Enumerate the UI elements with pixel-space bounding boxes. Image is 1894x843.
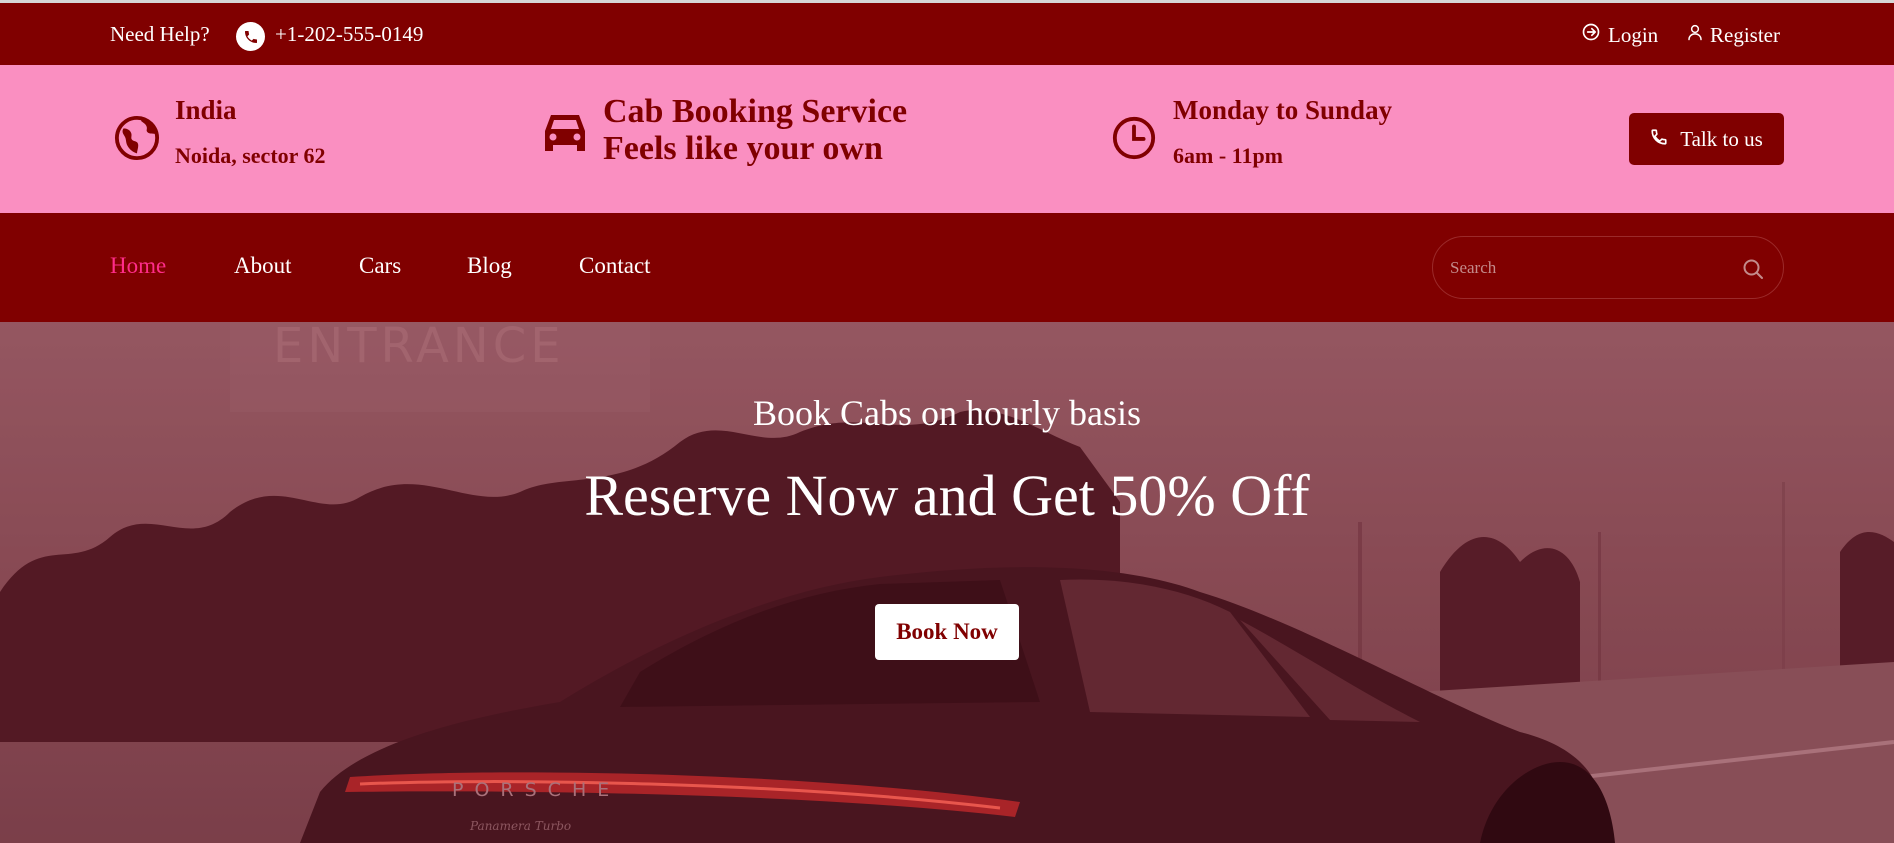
globe-icon — [114, 115, 160, 161]
nav-item-cars[interactable]: Cars — [359, 253, 401, 279]
nav-item-contact[interactable]: Contact — [579, 253, 651, 279]
brand-line-1: Cab Booking Service — [603, 93, 908, 130]
nav-item-blog[interactable]: Blog — [467, 253, 512, 279]
need-help-text: Need Help? — [110, 22, 210, 46]
hero-eyebrow: Book Cabs on hourly basis — [752, 393, 1141, 433]
brand-tagline: Cab Booking Service Feels like your own — [603, 93, 907, 167]
login-icon — [1581, 22, 1601, 48]
location-title: India — [175, 95, 237, 125]
hero-banner: ENTRANCE PORSCHE Panamera Turbo Book Cab… — [0, 322, 1894, 843]
location-subtitle: Noida, sector 62 — [175, 143, 326, 168]
login-link[interactable]: Login — [1581, 22, 1658, 48]
register-link[interactable]: Register — [1686, 22, 1780, 48]
search-input[interactable] — [1450, 237, 1730, 298]
talk-to-us-button[interactable]: Talk to us — [1629, 113, 1784, 165]
main-nav: Home About Cars Blog Contact — [0, 213, 1894, 322]
top-bar: Need Help? +1-202-555-0149 Login Registe… — [0, 3, 1894, 65]
book-now-button[interactable]: Book Now — [875, 604, 1019, 660]
nav-item-about[interactable]: About — [234, 253, 292, 279]
user-icon — [1686, 22, 1704, 48]
clock-icon — [1111, 115, 1157, 161]
hours-title: Monday to Sunday — [1173, 95, 1393, 125]
hours-subtitle: 6am - 11pm — [1173, 143, 1283, 168]
phone-icon — [236, 22, 265, 51]
talk-to-us-label: Talk to us — [1680, 126, 1763, 151]
brand-line-2: Feels like your own — [603, 130, 883, 167]
search-box — [1432, 236, 1784, 299]
hero-headline: Reserve Now and Get 50% Off — [584, 463, 1310, 528]
info-band: India Noida, sector 62 Cab Booking Servi… — [0, 65, 1894, 213]
nav-item-home[interactable]: Home — [110, 253, 166, 279]
search-icon[interactable] — [1741, 257, 1765, 281]
register-label: Register — [1710, 22, 1780, 47]
car-icon — [541, 109, 589, 155]
phone-icon — [1650, 127, 1668, 152]
phone-number[interactable]: +1-202-555-0149 — [275, 22, 423, 47]
login-label: Login — [1608, 22, 1659, 47]
